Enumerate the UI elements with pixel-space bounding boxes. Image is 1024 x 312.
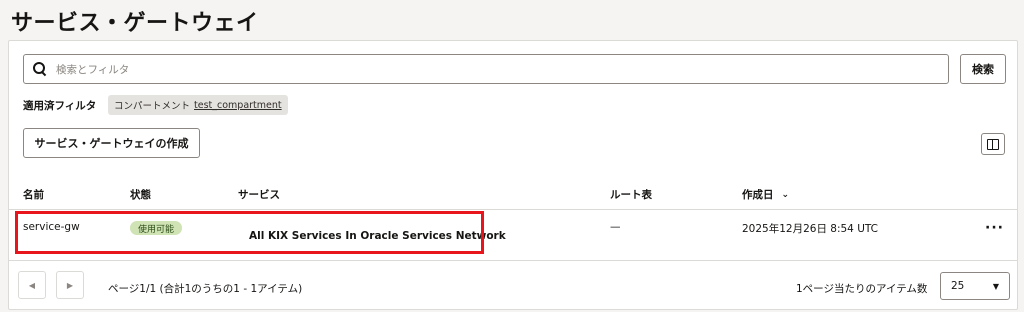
items-per-page-select[interactable]: 25 ▼ bbox=[940, 272, 1010, 300]
chevron-down-icon[interactable]: ⌄ bbox=[782, 190, 790, 200]
row-created: 2025年12月26日 8:54 UTC bbox=[742, 223, 879, 235]
create-service-gateway-button[interactable]: サービス・ゲートウェイの作成 bbox=[23, 128, 200, 158]
column-header-services[interactable]: サービス bbox=[238, 187, 280, 202]
page-title: サービス・ゲートウェイ bbox=[11, 11, 259, 36]
highlight-box bbox=[15, 211, 484, 254]
chevron-left-icon: ◀ bbox=[28, 280, 36, 290]
search-icon bbox=[33, 62, 47, 76]
filter-chip-value[interactable]: test_compartment bbox=[194, 100, 282, 111]
column-header-created-label: 作成日 bbox=[742, 189, 774, 201]
search-placeholder: 検索とフィルタ bbox=[56, 63, 130, 76]
chevron-right-icon: ▶ bbox=[66, 280, 74, 290]
next-page-button[interactable]: ▶ bbox=[56, 271, 84, 299]
column-header-route-table[interactable]: ルート表 bbox=[610, 187, 652, 202]
manage-columns-button[interactable] bbox=[981, 133, 1005, 155]
items-per-page-value: 25 bbox=[951, 280, 965, 292]
column-header-created[interactable]: 作成日 ⌄ bbox=[742, 187, 789, 202]
column-header-status[interactable]: 状態 bbox=[130, 187, 151, 202]
previous-page-button[interactable]: ◀ bbox=[18, 271, 46, 299]
column-header-name[interactable]: 名前 bbox=[23, 187, 44, 202]
row-route-table: — bbox=[610, 221, 621, 233]
pagination-status: ページ1/1 (合計1のうちの1 - 1アイテム) bbox=[108, 283, 303, 295]
service-gateways-panel: 検索とフィルタ 検索 適用済フィルタ コンパートメント test_compart… bbox=[8, 40, 1018, 310]
table-header-divider bbox=[9, 209, 1017, 210]
filter-chip-key: コンパートメント bbox=[114, 101, 191, 112]
caret-down-icon: ▼ bbox=[992, 281, 999, 291]
more-actions-icon[interactable]: ··· bbox=[985, 220, 1004, 236]
filter-chip-compartment[interactable]: コンパートメント test_compartment bbox=[108, 95, 288, 115]
items-per-page-label: 1ページ当たりのアイテム数 bbox=[796, 283, 928, 295]
columns-icon bbox=[987, 138, 999, 150]
search-input[interactable]: 検索とフィルタ bbox=[23, 54, 949, 84]
applied-filters-label: 適用済フィルタ bbox=[23, 100, 97, 112]
table-footer-divider bbox=[9, 260, 1017, 261]
search-button[interactable]: 検索 bbox=[960, 54, 1006, 84]
